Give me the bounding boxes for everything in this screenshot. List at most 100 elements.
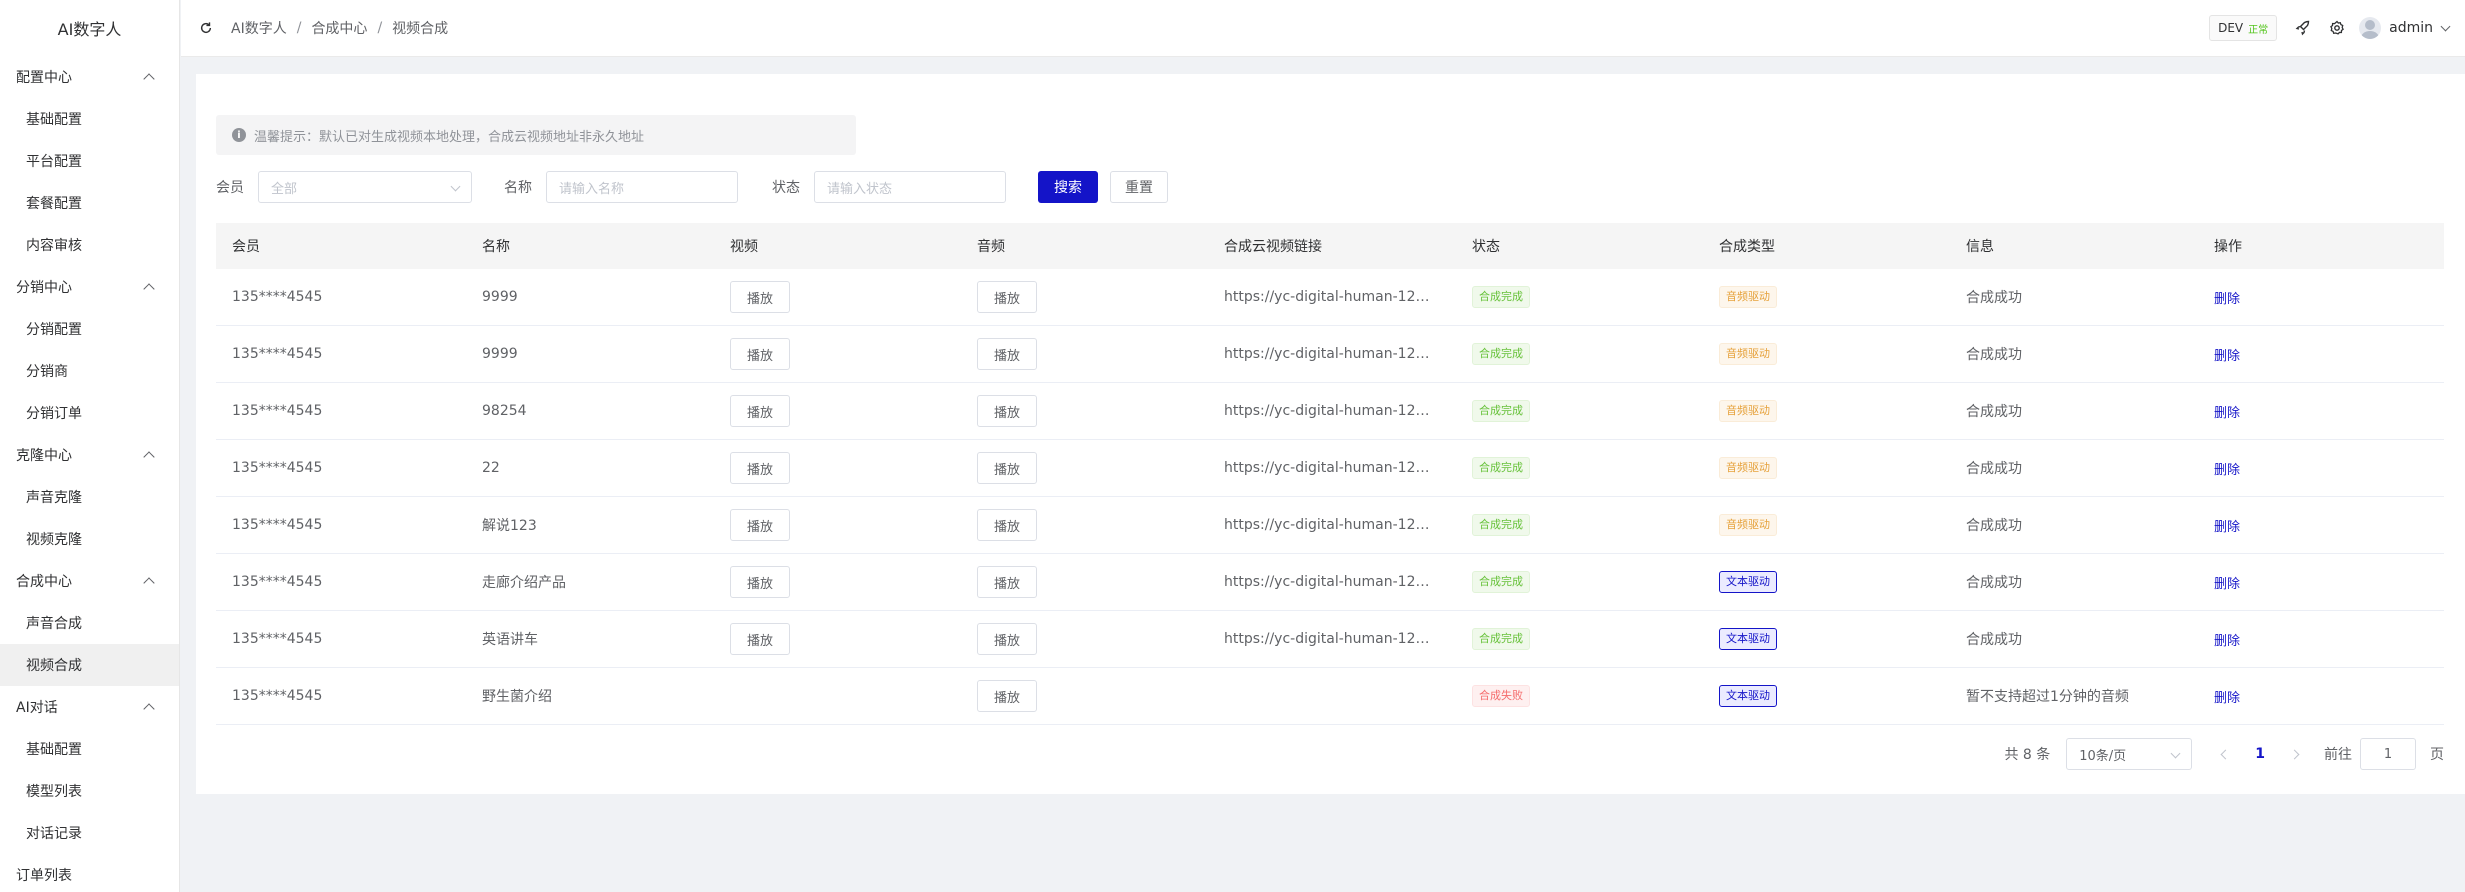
member-select[interactable]: 全部 [258,171,472,203]
breadcrumb-item[interactable]: 合成中心 [311,18,367,38]
chevron-down-icon[interactable] [2440,21,2451,31]
topbar-right: DEV 正常 admin [2209,0,2465,56]
breadcrumb-item[interactable]: AI数字人 [231,18,287,38]
cell-synth-type: 音频驱动 [1703,400,1950,422]
status-filter-label: 状态 [772,180,800,196]
refresh-icon[interactable] [199,21,213,35]
sidebar-group-header[interactable]: 配置中心 [0,56,179,98]
delete-button[interactable]: 删除 [2214,520,2240,535]
play-video-button[interactable]: 播放 [730,281,790,313]
name-filter-label: 名称 [504,180,532,196]
col-header-info: 信息 [1966,239,1994,255]
sidebar-group-header[interactable]: AI对话 [0,686,179,728]
sidebar-item[interactable]: 模型列表 [0,770,179,812]
video-url-link[interactable]: https://yc-digital-human-125151... [1224,517,1434,533]
cell-video: 播放 [714,452,961,484]
sidebar-item[interactable]: 视频克隆 [0,518,179,560]
delete-button[interactable]: 删除 [2214,463,2240,478]
status-tag: 合成完成 [1472,628,1530,650]
cell-url: https://yc-digital-human-125151... [1208,517,1456,533]
sidebar-item[interactable]: 平台配置 [0,140,179,182]
table-row: 135****4545 9999 播放 播放 https://yc-digital-hu… [216,269,2444,326]
video-url-link[interactable]: https://yc-digital-human-125151... [1224,346,1434,362]
reset-button[interactable]: 重置 [1110,171,1168,203]
cell-member: 135****4545 [232,631,323,647]
sidebar-item[interactable]: 内容审核 [0,224,179,266]
search-button[interactable]: 搜索 [1038,171,1098,203]
cell-info: 合成成功 [1966,575,2022,591]
play-audio-button[interactable]: 播放 [977,395,1037,427]
sidebar-item[interactable]: 声音合成 [0,602,179,644]
avatar[interactable] [2359,17,2382,39]
video-url-link[interactable]: https://yc-digital-human-125151... [1224,631,1434,647]
video-url-link[interactable]: https://yc-digital-human-125151... [1224,460,1434,476]
play-audio-button[interactable]: 播放 [977,452,1037,484]
play-video-button[interactable]: 播放 [730,395,790,427]
chevron-down-icon [2170,748,2181,759]
name-input[interactable]: 请输入名称 [546,171,738,203]
sidebar-group-title: 合成中心 [16,574,72,590]
cell-info: 合成成功 [1966,347,2022,363]
video-url-link[interactable]: https://yc-digital-human-125151... [1224,574,1434,590]
gear-icon[interactable] [2329,20,2345,36]
video-url-link[interactable]: https://yc-digital-human-125151... [1224,289,1434,305]
next-page-icon[interactable] [2289,749,2300,759]
chevron-up-icon [143,451,155,463]
sidebar-group-header[interactable]: 订单列表 [0,854,179,892]
sidebar-item[interactable]: 视频合成 [0,644,179,686]
play-video-button[interactable]: 播放 [730,509,790,541]
pagination-total: 共 8 条 [2004,747,2051,763]
play-audio-button[interactable]: 播放 [977,623,1037,655]
rocket-icon[interactable] [2295,20,2311,36]
user-name[interactable]: admin [2389,20,2433,36]
cell-name: 22 [482,460,500,476]
sidebar-group-header[interactable]: 合成中心 [0,560,179,602]
sidebar-item[interactable]: 基础配置 [0,728,179,770]
cell-status: 合成完成 [1456,400,1703,422]
sidebar-item[interactable]: 对话记录 [0,812,179,854]
synth-type-tag: 音频驱动 [1719,457,1777,479]
play-audio-button[interactable]: 播放 [977,509,1037,541]
play-video-button[interactable]: 播放 [730,566,790,598]
delete-button[interactable]: 删除 [2214,577,2240,592]
delete-button[interactable]: 删除 [2214,406,2240,421]
cell-actions: 删除 [2198,573,2444,592]
sidebar-item[interactable]: 分销商 [0,350,179,392]
sidebar-group-header[interactable]: 分销中心 [0,266,179,308]
col-header-name: 名称 [482,239,510,255]
col-header-actions: 操作 [2214,239,2242,255]
sidebar-item[interactable]: 套餐配置 [0,182,179,224]
delete-button[interactable]: 删除 [2214,691,2240,706]
table-row: 135****4545 野生菌介绍 播放 合成失败 文本驱动 暂不支持超过1分钟的音频 删除 [216,668,2444,725]
play-video-button[interactable]: 播放 [730,338,790,370]
play-audio-button[interactable]: 播放 [977,680,1037,712]
sidebar-item[interactable]: 分销配置 [0,308,179,350]
prev-page-icon[interactable] [2220,749,2231,759]
delete-button[interactable]: 删除 [2214,634,2240,649]
sidebar-group-header[interactable]: 克隆中心 [0,434,179,476]
play-video-button[interactable]: 播放 [730,452,790,484]
member-filter-label: 会员 [216,180,244,196]
table-body: 135****4545 9999 播放 播放 https://yc-digital-hu… [216,269,2444,725]
play-audio-button[interactable]: 播放 [977,281,1037,313]
col-header-member: 会员 [232,239,260,255]
sidebar-item[interactable]: 基础配置 [0,98,179,140]
status-input[interactable]: 请输入状态 [814,171,1006,203]
page-size-select[interactable]: 10条/页 [2066,738,2193,770]
play-audio-button[interactable]: 播放 [977,338,1037,370]
name-input-placeholder: 请输入名称 [559,181,625,197]
play-video-button[interactable]: 播放 [730,623,790,655]
delete-button[interactable]: 删除 [2214,292,2240,307]
play-audio-button[interactable]: 播放 [977,566,1037,598]
sidebar-item[interactable]: 分销订单 [0,392,179,434]
cell-name: 野生菌介绍 [482,689,552,705]
cell-video: 播放 [714,566,961,598]
synth-type-tag: 音频驱动 [1719,400,1777,422]
page-number-current[interactable]: 1 [2255,746,2265,762]
sidebar-item[interactable]: 声音克隆 [0,476,179,518]
video-url-link[interactable]: https://yc-digital-human-125151... [1224,403,1434,419]
delete-button[interactable]: 删除 [2214,349,2240,364]
chevron-up-icon [143,703,155,715]
cell-name: 英语讲车 [482,632,538,648]
goto-page-input[interactable]: 1 [2360,738,2416,770]
